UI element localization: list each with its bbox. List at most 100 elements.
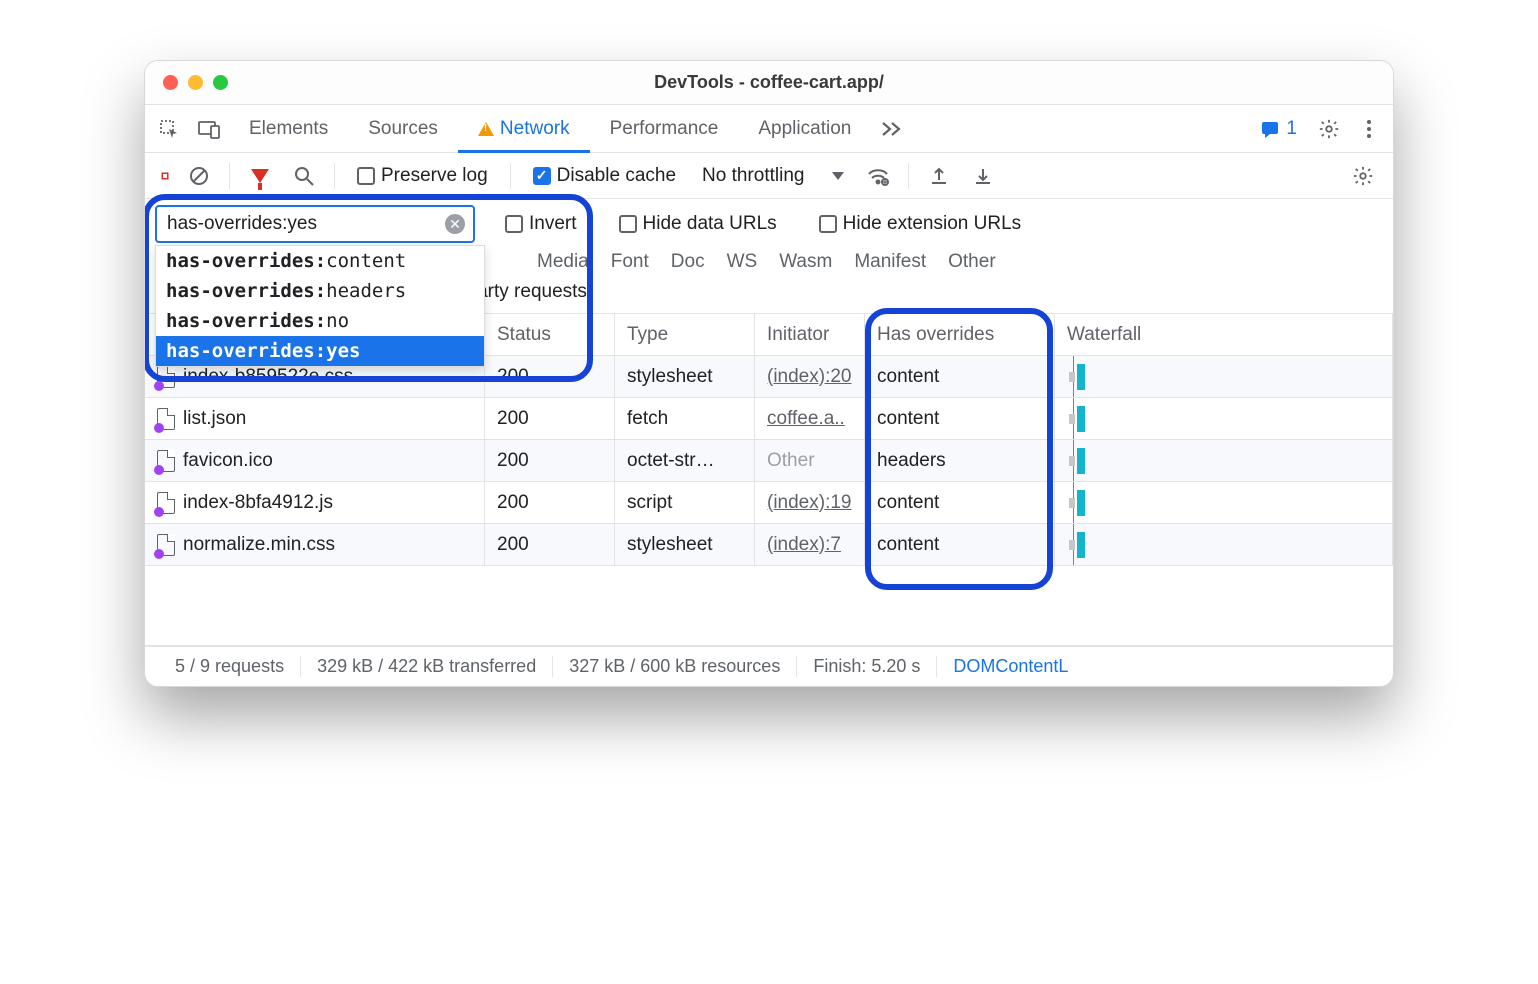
column-header[interactable]: Has overrides	[865, 314, 1055, 356]
preserve-log-checkbox[interactable]: Preserve log	[345, 165, 500, 187]
status-domcontentloaded: DOMContentL	[937, 656, 1084, 677]
tab-network[interactable]: Network	[458, 105, 590, 152]
download-har-icon[interactable]	[963, 166, 1003, 186]
status-bar: 5 / 9 requests 329 kB / 422 kB transferr…	[145, 646, 1393, 686]
request-name-cell[interactable]: favicon.ico	[145, 440, 485, 482]
more-menu-icon[interactable]	[1349, 119, 1389, 139]
has-overrides-cell: headers	[865, 440, 1055, 482]
column-header[interactable]: Status	[485, 314, 615, 356]
devtools-window: DevTools - coffee-cart.app/ Elements Sou…	[144, 60, 1394, 687]
checkbox-icon	[505, 215, 523, 233]
column-header[interactable]: Initiator	[755, 314, 865, 356]
disable-cache-checkbox[interactable]: ✓ Disable cache	[521, 165, 688, 187]
inspect-icon[interactable]	[149, 119, 189, 139]
tab-elements[interactable]: Elements	[229, 105, 348, 152]
type-cell: stylesheet	[615, 524, 755, 566]
column-header[interactable]: Type	[615, 314, 755, 356]
initiator-cell[interactable]: Other	[755, 440, 865, 482]
status-cell: 200	[485, 398, 615, 440]
status-cell: 200	[485, 482, 615, 524]
upload-har-icon[interactable]	[919, 166, 959, 186]
filter-autocomplete-dropdown: has-overrides:contenthas-overrides:heade…	[155, 245, 485, 367]
checkbox-checked-icon: ✓	[533, 167, 551, 185]
checkbox-icon	[819, 215, 837, 233]
type-cell: fetch	[615, 398, 755, 440]
type-filter-manifest[interactable]: Manifest	[854, 251, 926, 273]
filter-toggle-icon[interactable]	[240, 169, 280, 183]
type-cell: script	[615, 482, 755, 524]
override-dot-icon	[154, 507, 164, 517]
has-overrides-cell: content	[865, 398, 1055, 440]
checkbox-icon	[619, 215, 637, 233]
request-name-cell[interactable]: normalize.min.css	[145, 524, 485, 566]
autocomplete-item[interactable]: has-overrides:no	[156, 306, 484, 336]
tab-application[interactable]: Application	[738, 105, 871, 152]
initiator-cell[interactable]: coffee.a..	[755, 398, 865, 440]
hide-data-urls-checkbox[interactable]: Hide data URLs	[607, 213, 789, 235]
waterfall-cell	[1055, 398, 1393, 440]
column-header[interactable]: Waterfall	[1055, 314, 1393, 356]
minimize-window-button[interactable]	[188, 75, 203, 90]
issues-button[interactable]: 1	[1248, 118, 1309, 140]
request-name-cell[interactable]: index-8bfa4912.js	[145, 482, 485, 524]
type-filter-doc[interactable]: Doc	[671, 251, 705, 273]
throttling-select[interactable]: No throttling	[692, 165, 854, 187]
has-overrides-cell: content	[865, 482, 1055, 524]
settings-icon[interactable]	[1309, 118, 1349, 140]
initiator-cell[interactable]: (index):20	[755, 356, 865, 398]
waterfall-cell	[1055, 482, 1393, 524]
filter-input-container: ✕	[155, 205, 475, 243]
network-toolbar: Preserve log ✓ Disable cache No throttli…	[145, 153, 1393, 199]
has-overrides-cell: content	[865, 356, 1055, 398]
checkbox-icon	[357, 167, 375, 185]
network-conditions-icon[interactable]	[858, 166, 898, 186]
status-requests: 5 / 9 requests	[159, 656, 301, 677]
file-icon	[157, 450, 175, 472]
filter-input[interactable]	[165, 212, 439, 236]
file-icon	[157, 534, 175, 556]
status-cell: 200	[485, 356, 615, 398]
file-icon	[157, 408, 175, 430]
override-dot-icon	[154, 423, 164, 433]
invert-checkbox[interactable]: Invert	[493, 213, 589, 235]
override-dot-icon	[154, 465, 164, 475]
autocomplete-item[interactable]: has-overrides:yes	[156, 336, 484, 366]
initiator-cell[interactable]: (index):19	[755, 482, 865, 524]
status-finish: Finish: 5.20 s	[797, 656, 937, 677]
type-filter-other[interactable]: Other	[948, 251, 996, 273]
type-filter-font[interactable]: Font	[611, 251, 649, 273]
chevron-down-icon	[832, 172, 844, 180]
more-tabs-button[interactable]	[871, 121, 913, 137]
traffic-lights	[145, 75, 228, 90]
filter-bar: ✕ Invert Hide data URLs Hide extension U…	[145, 199, 1393, 249]
status-cell: 200	[485, 440, 615, 482]
type-filter-ws[interactable]: WS	[727, 251, 758, 273]
autocomplete-item[interactable]: has-overrides:headers	[156, 276, 484, 306]
window-title: DevTools - coffee-cart.app/	[145, 72, 1393, 93]
type-filter-media[interactable]: Media	[537, 251, 589, 273]
network-settings-icon[interactable]	[1343, 165, 1383, 187]
main-tab-strip: Elements Sources Network Performance App…	[145, 105, 1393, 153]
clear-filter-icon[interactable]: ✕	[445, 214, 465, 234]
waterfall-cell	[1055, 440, 1393, 482]
file-icon	[157, 492, 175, 514]
type-filter-wasm[interactable]: Wasm	[779, 251, 832, 273]
close-window-button[interactable]	[163, 75, 178, 90]
override-dot-icon	[154, 549, 164, 559]
clear-button[interactable]	[179, 165, 219, 187]
zoom-window-button[interactable]	[213, 75, 228, 90]
tab-performance[interactable]: Performance	[590, 105, 739, 152]
override-dot-icon	[154, 381, 164, 391]
hide-extension-urls-checkbox[interactable]: Hide extension URLs	[807, 213, 1033, 235]
tab-sources[interactable]: Sources	[348, 105, 458, 152]
autocomplete-item[interactable]: has-overrides:content	[156, 246, 484, 276]
device-toggle-icon[interactable]	[189, 119, 229, 139]
status-transferred: 329 kB / 422 kB transferred	[301, 656, 553, 677]
initiator-cell[interactable]: (index):7	[755, 524, 865, 566]
window-titlebar: DevTools - coffee-cart.app/	[145, 61, 1393, 105]
file-icon	[157, 366, 175, 388]
search-icon[interactable]	[284, 166, 324, 186]
type-cell: stylesheet	[615, 356, 755, 398]
request-name-cell[interactable]: list.json	[145, 398, 485, 440]
waterfall-cell	[1055, 356, 1393, 398]
